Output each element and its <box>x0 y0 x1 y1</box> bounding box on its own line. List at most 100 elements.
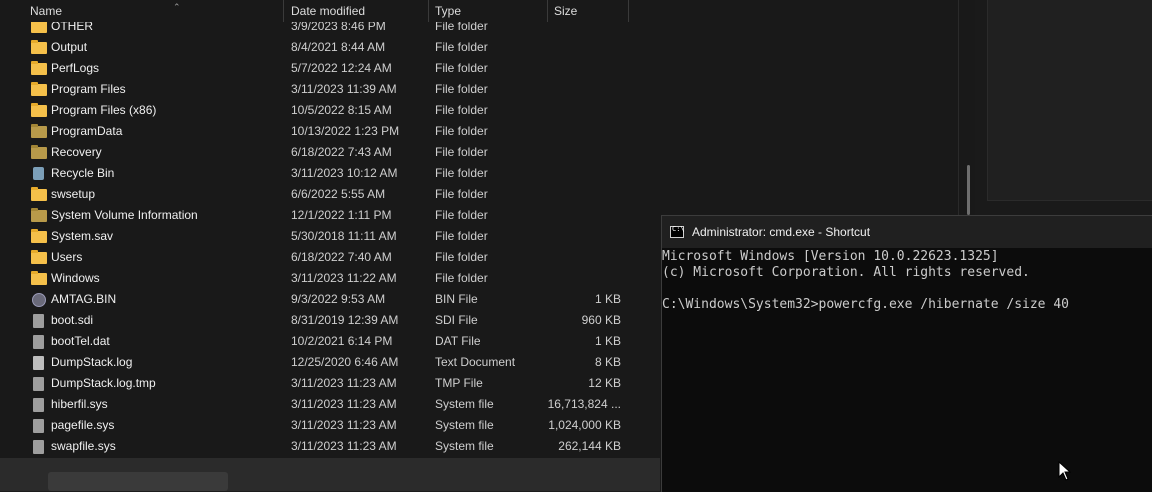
folder-icon <box>31 37 47 58</box>
file-name: Recovery <box>51 145 102 159</box>
file-name: DumpStack.log.tmp <box>51 376 156 390</box>
file-type: DAT File <box>435 334 481 348</box>
file-type: File folder <box>435 145 488 159</box>
file-date-modified: 6/18/2022 7:40 AM <box>291 250 392 264</box>
sort-up-icon: ⌃ <box>173 2 181 12</box>
file-size: 12 KB <box>588 376 621 390</box>
file-name: AMTAG.BIN <box>51 292 117 306</box>
file-date-modified: 10/13/2022 1:23 PM <box>291 124 400 138</box>
file-type: System file <box>435 418 494 432</box>
list-item[interactable]: Windows 3/11/2023 11:22 AM File folder <box>0 268 630 289</box>
file-size: 262,144 KB <box>558 439 621 453</box>
cmd-window-title: Administrator: cmd.exe - Shortcut <box>692 225 871 239</box>
file-type: File folder <box>435 250 488 264</box>
file-name: System.sav <box>51 229 114 243</box>
file-date-modified: 6/18/2022 7:43 AM <box>291 145 392 159</box>
file-type: File folder <box>435 40 488 54</box>
file-icon <box>31 373 47 394</box>
column-header-name[interactable]: Name ⌃ <box>24 0 284 22</box>
file-date-modified: 5/30/2018 11:11 AM <box>291 229 397 243</box>
list-item[interactable]: DumpStack.log.tmp 3/11/2023 11:23 AM TMP F… <box>0 373 630 394</box>
file-name: Windows <box>51 271 100 285</box>
list-item[interactable]: PerfLogs 5/7/2022 12:24 AM File folder <box>0 58 630 79</box>
folder-icon <box>31 142 47 163</box>
file-size: 960 KB <box>581 313 621 327</box>
list-item[interactable]: Program Files (x86) 10/5/2022 8:15 AM File… <box>0 100 630 121</box>
recycle-bin-icon <box>31 163 47 184</box>
file-date-modified: 3/11/2023 11:39 AM <box>291 82 397 96</box>
file-name: boot.sdi <box>51 313 94 327</box>
mouse-cursor-icon <box>1058 461 1072 481</box>
file-name: System Volume Information <box>51 208 198 222</box>
cmd-window[interactable]: Administrator: cmd.exe - Shortcut Micros… <box>661 215 1152 492</box>
file-name: swapfile.sys <box>51 439 116 453</box>
cmd-app-icon <box>670 225 685 238</box>
file-date-modified: 9/3/2022 9:53 AM <box>291 292 386 306</box>
list-item[interactable]: Recycle Bin 3/11/2023 10:12 AM File folder <box>0 163 630 184</box>
folder-icon <box>31 100 47 121</box>
list-item[interactable]: Users 6/18/2022 7:40 AM File folder <box>0 247 630 268</box>
cmd-prompt-line: C:\Windows\System32>powercfg.exe /hibern… <box>662 297 1069 312</box>
cmd-line: Microsoft Windows [Version 10.0.22623.13… <box>662 249 999 264</box>
file-type: File folder <box>435 124 488 138</box>
column-header-type[interactable]: Type <box>429 0 548 22</box>
list-item[interactable]: ProgramData 10/13/2022 1:23 PM File folder <box>0 121 630 142</box>
folder-icon <box>31 205 47 226</box>
file-type: BIN File <box>435 292 478 306</box>
file-type: TMP File <box>435 376 483 390</box>
file-date-modified: 8/31/2019 12:39 AM <box>291 313 399 327</box>
file-name: hiberfil.sys <box>51 397 108 411</box>
file-type: File folder <box>435 229 488 243</box>
column-header-size[interactable]: Size <box>548 0 629 22</box>
list-item[interactable]: swsetup 6/6/2022 5:55 AM File folder <box>0 184 630 205</box>
list-item[interactable]: boot.sdi 8/31/2019 12:39 AM SDI File 960 KB <box>0 310 630 331</box>
file-date-modified: 3/11/2023 11:22 AM <box>291 271 397 285</box>
list-item[interactable]: System Volume Information 12/1/2022 1:11 … <box>0 205 630 226</box>
column-header-date[interactable]: Date modified <box>285 0 429 22</box>
file-icon <box>31 310 47 331</box>
cmd-line <box>662 281 1069 297</box>
list-item[interactable]: Program Files 3/11/2023 11:39 AM File fold… <box>0 79 630 100</box>
file-date-modified: 3/11/2023 11:23 AM <box>291 439 397 453</box>
column-header-size-label: Size <box>554 4 578 18</box>
file-type: File folder <box>435 103 488 117</box>
folder-icon <box>31 121 47 142</box>
folder-icon <box>31 184 47 205</box>
file-name: pagefile.sys <box>51 418 115 432</box>
cmd-title-bar[interactable]: Administrator: cmd.exe - Shortcut <box>662 216 1152 248</box>
list-item[interactable]: hiberfil.sys 3/11/2023 11:23 AM System fil… <box>0 394 630 415</box>
list-item[interactable]: bootTel.dat 10/2/2021 6:14 PM DAT File 1 KB <box>0 331 630 352</box>
file-date-modified: 10/5/2022 8:15 AM <box>291 103 392 117</box>
file-date-modified: 3/11/2023 11:23 AM <box>291 376 397 390</box>
file-size: 16,713,824 ... <box>547 397 621 411</box>
file-name: Output <box>51 40 88 54</box>
file-name: Users <box>51 250 83 264</box>
file-type: File folder <box>435 187 488 201</box>
file-name: DumpStack.log <box>51 355 133 369</box>
file-date-modified: 8/4/2021 8:44 AM <box>291 40 386 54</box>
file-name: ProgramData <box>51 124 123 138</box>
file-type: File folder <box>435 82 488 96</box>
file-name: swsetup <box>51 187 96 201</box>
file-size: 1,024,000 KB <box>548 418 621 432</box>
cmd-line: (c) Microsoft Corporation. All rights re… <box>662 265 1030 280</box>
file-type: System file <box>435 397 494 411</box>
list-item[interactable]: AMTAG.BIN 9/3/2022 9:53 AM BIN File 1 KB <box>0 289 630 310</box>
file-icon <box>31 331 47 352</box>
vertical-scrollbar-thumb[interactable] <box>967 165 970 215</box>
list-item[interactable]: swapfile.sys 3/11/2023 11:23 AM System fil… <box>0 436 630 457</box>
file-date-modified: 10/2/2021 6:14 PM <box>291 334 393 348</box>
list-item[interactable]: System.sav 5/30/2018 11:11 AM File folder <box>0 226 630 247</box>
file-size: 8 KB <box>594 355 621 369</box>
column-header-date-label: Date modified <box>291 4 366 18</box>
file-name: Recycle Bin <box>51 166 115 180</box>
list-item[interactable]: Recovery 6/18/2022 7:43 AM File folder <box>0 142 630 163</box>
list-item[interactable]: Output 8/4/2021 8:44 AM File folder <box>0 37 630 58</box>
file-name: PerfLogs <box>51 61 100 75</box>
file-date-modified: 12/1/2022 1:11 PM <box>291 208 392 222</box>
file-icon <box>31 394 47 415</box>
list-item[interactable]: pagefile.sys 3/11/2023 11:23 AM System fil… <box>0 415 630 436</box>
cmd-console-output[interactable]: Microsoft Windows [Version 10.0.22623.13… <box>662 249 1069 313</box>
folder-icon <box>31 268 47 289</box>
list-item[interactable]: DumpStack.log 12/25/2020 6:46 AM Text Docu… <box>0 352 630 373</box>
